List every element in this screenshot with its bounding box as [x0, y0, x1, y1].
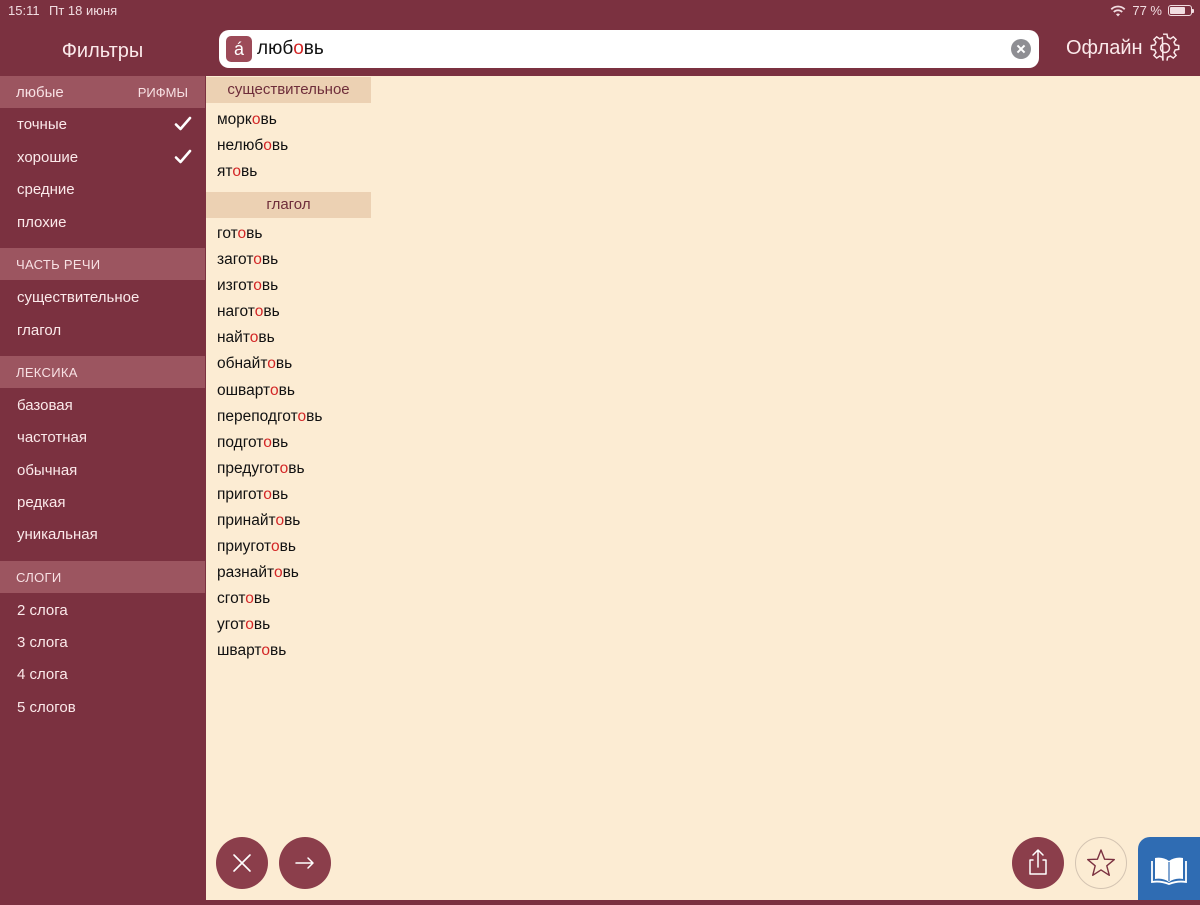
wifi-icon	[1111, 5, 1126, 16]
rhyme-header-label: РИФМЫ	[137, 85, 188, 100]
rhyme-filter-label: хорошие	[17, 149, 79, 166]
result-word[interactable]: заготовь	[217, 249, 278, 271]
result-word[interactable]: подготовь	[217, 432, 288, 454]
dictionary-button[interactable]	[1138, 837, 1200, 900]
rhyme-filter-exact[interactable]: точные	[17, 113, 192, 137]
status-indicators: 77 %	[1110, 3, 1194, 18]
lexicon-filter-rare[interactable]: редкая	[17, 491, 192, 515]
result-word[interactable]: обнайтовь	[217, 353, 292, 375]
favorite-button[interactable]	[1075, 837, 1127, 889]
offline-button[interactable]: Офлайн	[1066, 37, 1143, 60]
result-word[interactable]: готовь	[217, 223, 262, 245]
search-input[interactable]: á любовь	[219, 30, 1039, 68]
result-word[interactable]: швартовь	[217, 640, 286, 662]
result-word[interactable]: переподготовь	[217, 406, 322, 428]
checkmark-icon	[174, 116, 192, 131]
rhyme-filter-label: средние	[17, 181, 75, 198]
filters-sidebar: Фильтры любые РИФМЫ точные хорошие средн…	[0, 22, 205, 900]
section-header-pos: ЧАСТЬ РЕЧИ	[0, 248, 205, 280]
result-word[interactable]: ятовь	[217, 161, 257, 183]
section-header-syllables: СЛОГИ	[0, 561, 205, 593]
syllables-filter-2[interactable]: 2 слога	[17, 599, 192, 623]
stress-accent-button[interactable]: á	[226, 36, 252, 62]
result-word[interactable]: приуготовь	[217, 536, 296, 558]
arrow-right-icon	[295, 857, 314, 869]
clear-query-button[interactable]	[216, 837, 268, 889]
sidebar-title: Фильтры	[61, 40, 144, 62]
result-word[interactable]: разнайтовь	[217, 562, 299, 584]
rhyme-filter-good[interactable]: хорошие	[17, 146, 192, 170]
battery-icon	[1168, 5, 1194, 16]
search-text-before: люб	[257, 38, 294, 59]
close-icon	[233, 854, 251, 872]
group-header-noun: существительное	[206, 77, 371, 103]
section-header-lexicon: ЛЕКСИКА	[0, 356, 205, 388]
result-word[interactable]: морковь	[217, 109, 277, 131]
checkmark-icon	[174, 149, 192, 164]
clear-search-icon[interactable]	[1011, 39, 1031, 59]
battery-percent: 77 %	[1132, 3, 1162, 18]
battery-fill	[1170, 7, 1185, 14]
next-button[interactable]	[279, 837, 331, 889]
rhyme-filter-any[interactable]: любые РИФМЫ	[0, 76, 205, 108]
syllables-filter-3[interactable]: 3 слога	[17, 631, 192, 655]
share-icon	[1029, 849, 1047, 875]
search-text-after: вь	[303, 38, 324, 59]
share-button[interactable]	[1012, 837, 1064, 889]
star-icon	[1087, 849, 1115, 876]
search-value[interactable]: любовь	[257, 38, 324, 60]
result-word[interactable]: ошвартовь	[217, 380, 295, 402]
lexicon-filter-frequent[interactable]: частотная	[17, 426, 192, 450]
pos-filter-verb[interactable]: глагол	[17, 319, 192, 343]
result-word[interactable]: изготовь	[217, 275, 278, 297]
status-time: 15:11	[8, 3, 40, 18]
rhyme-filter-label: точные	[17, 116, 67, 133]
pos-filter-noun[interactable]: существительное	[17, 286, 192, 310]
group-header-verb: глагол	[206, 192, 371, 218]
rhyme-filter-bad[interactable]: плохие	[17, 211, 192, 235]
syllables-filter-4[interactable]: 4 слога	[17, 663, 192, 687]
lexicon-filter-basic[interactable]: базовая	[17, 394, 192, 418]
lexicon-filter-unique[interactable]: уникальная	[17, 523, 192, 547]
book-icon	[1151, 857, 1187, 885]
result-word[interactable]: приготовь	[217, 484, 288, 506]
status-bar: 15:11 Пт 18 июня 77 %	[0, 0, 1200, 22]
result-word[interactable]: принайтовь	[217, 510, 300, 532]
rhyme-filter-label: плохие	[17, 214, 67, 231]
result-word[interactable]: найтовь	[217, 327, 275, 349]
rhyme-any-label: любые	[16, 83, 64, 101]
result-word[interactable]: наготовь	[217, 301, 280, 323]
rhyme-filter-medium[interactable]: средние	[17, 178, 192, 202]
result-word[interactable]: уготовь	[217, 614, 270, 636]
status-date: Пт 18 июня	[49, 3, 118, 18]
result-word[interactable]: предуготовь	[217, 458, 305, 480]
search-stressed-vowel: о	[293, 38, 304, 59]
lexicon-filter-common[interactable]: обычная	[17, 459, 192, 483]
result-word[interactable]: сготовь	[217, 588, 270, 610]
result-word[interactable]: нелюбовь	[217, 135, 288, 157]
syllables-filter-5[interactable]: 5 слогов	[17, 696, 192, 720]
gear-icon[interactable]	[1150, 33, 1180, 63]
